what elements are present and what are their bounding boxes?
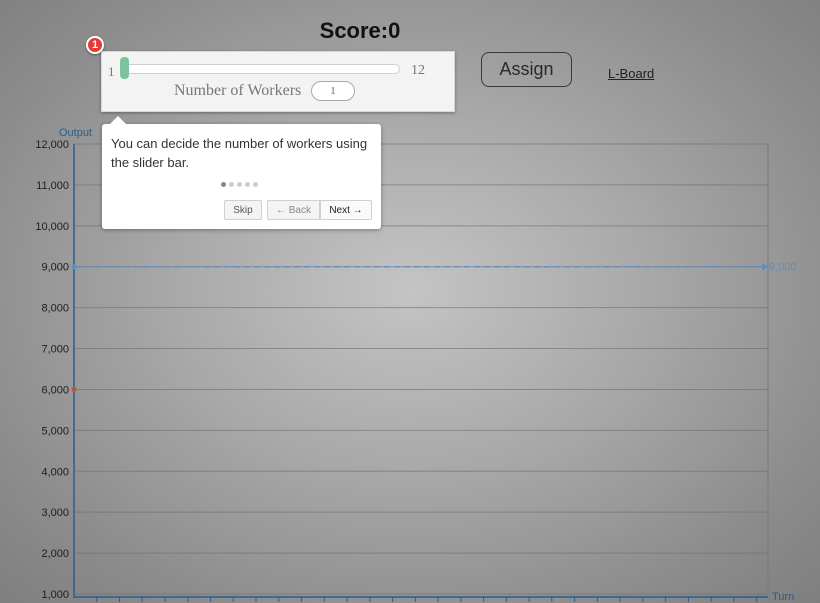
y-tick-label: 5,000: [41, 425, 69, 437]
y-tick-label: 10,000: [35, 221, 69, 233]
y-tick-label: 4,000: [41, 466, 69, 478]
y-tick-label: 2,000: [41, 548, 69, 560]
y-tick-label: 6,000: [41, 384, 69, 396]
y-tick-label: 9,000: [41, 262, 69, 274]
tour-dot: [237, 182, 242, 187]
tooltip-arrow: [110, 116, 126, 124]
tour-dot: [229, 182, 234, 187]
tour-dot: [253, 182, 258, 187]
tour-next-button[interactable]: Next →: [320, 200, 372, 220]
tour-dot: [221, 182, 226, 187]
workers-label: Number of Workers: [174, 82, 302, 99]
y-tick-label: 3,000: [41, 507, 69, 519]
slider-max-label: 12: [411, 63, 425, 78]
output-data-point: [71, 386, 77, 392]
tour-step-marker: 1: [86, 36, 104, 54]
y-tick-label: 1,000: [41, 589, 69, 601]
reference-start-point: [71, 264, 77, 270]
y-axis-label: Output: [59, 127, 92, 139]
x-axis-label: Turn: [772, 591, 794, 603]
y-tick-label: 8,000: [41, 303, 69, 315]
tour-back-button[interactable]: ← Back: [267, 200, 320, 220]
game-stage: Score:0 1,000 2,000 3,000 4,000 5,000 6,000 7,…: [0, 0, 820, 603]
y-tick-label: 11,000: [36, 180, 69, 192]
slider-handle[interactable]: [120, 57, 129, 79]
reference-value-label: 9,000: [769, 262, 797, 274]
assign-button[interactable]: Assign: [481, 52, 572, 87]
tour-dot: [245, 182, 250, 187]
workers-count-field[interactable]: [311, 81, 355, 101]
worker-slider-panel: 1 12 Number of Workers: [101, 51, 455, 112]
slider-min-label: 1: [108, 64, 115, 79]
tour-tooltip: You can decide the number of workers usi…: [102, 116, 381, 229]
leaderboard-link[interactable]: L-Board: [608, 66, 654, 81]
tour-skip-button[interactable]: Skip: [224, 200, 262, 220]
slider-track[interactable]: [121, 64, 400, 74]
tour-text: You can decide the number of workers usi…: [111, 136, 368, 170]
reference-arrow-head: [762, 262, 768, 271]
tour-progress-dots: [221, 182, 261, 188]
y-tick-label: 12,000: [35, 139, 69, 151]
y-tick-label: 7,000: [41, 344, 69, 356]
